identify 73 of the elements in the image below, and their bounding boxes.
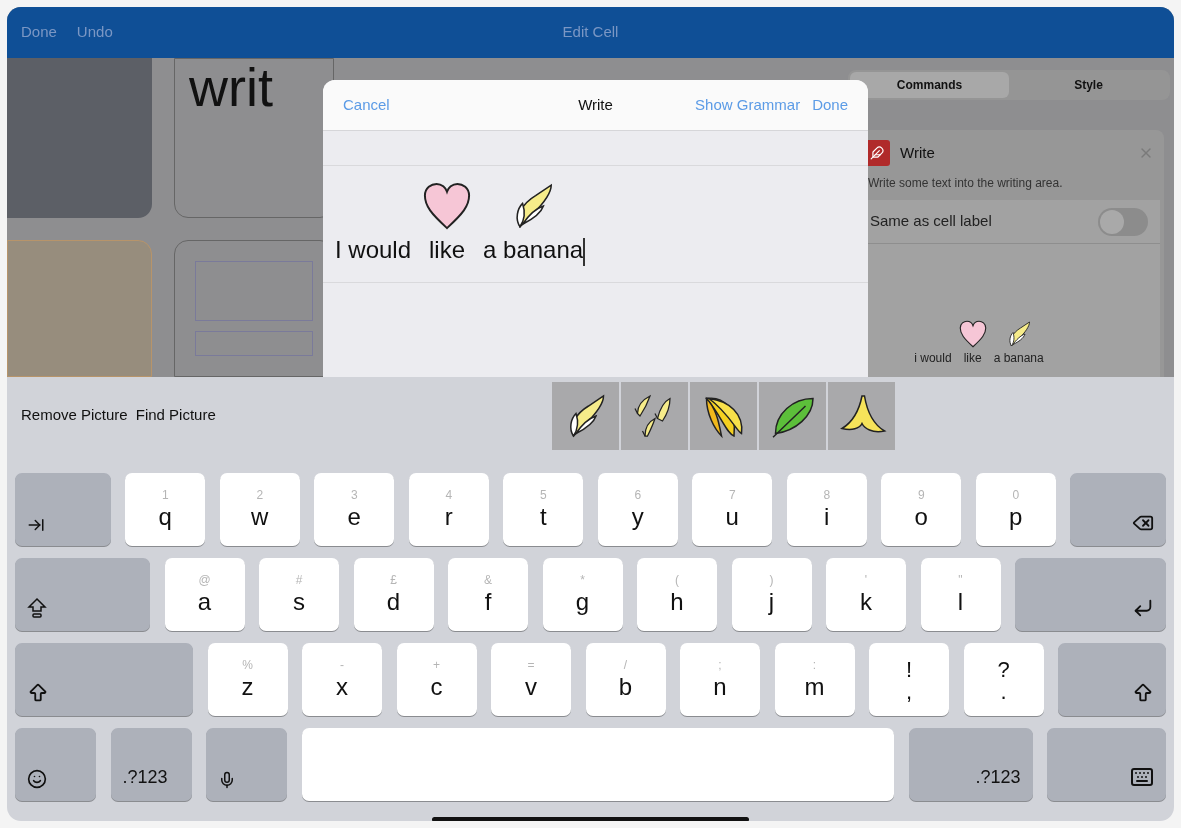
picture-suggestion[interactable] <box>828 381 895 450</box>
letter-key[interactable]: @ a <box>164 558 245 631</box>
toggle-switch[interactable] <box>1098 207 1148 236</box>
picture-action-button[interactable]: Remove Picture <box>21 404 128 427</box>
caps-lock-icon <box>27 597 47 619</box>
letter-key[interactable]: & f <box>448 558 528 631</box>
punctuation-key[interactable]: ! , <box>869 643 949 716</box>
letter-key[interactable]: ( h <box>637 558 717 631</box>
heart-icon <box>957 319 988 349</box>
word-text: like <box>963 350 982 367</box>
microphone-icon <box>218 771 236 789</box>
letter-key[interactable]: 6 y <box>597 473 678 546</box>
letter-key[interactable]: £ d <box>353 558 434 631</box>
shift-icon <box>1132 682 1154 704</box>
letter-key[interactable]: 8 i <box>786 473 867 546</box>
toggle-label: Same as cell label <box>870 211 993 232</box>
letter-key[interactable]: : m <box>774 643 855 716</box>
tab-key[interactable] <box>15 473 111 546</box>
shift-key[interactable] <box>15 643 193 716</box>
word-text: I would <box>335 235 412 265</box>
dictation-key[interactable] <box>206 728 287 801</box>
letter-key[interactable]: 7 u <box>692 473 773 546</box>
picture-suggestion[interactable] <box>621 381 688 450</box>
word-text: i would <box>914 350 952 367</box>
numbers-key[interactable]: .?123 <box>110 728 192 801</box>
letter-key[interactable]: * g <box>542 558 623 631</box>
shift-icon <box>27 682 49 704</box>
letter-key[interactable]: ; n <box>680 643 760 716</box>
backspace-key[interactable] <box>1070 473 1166 546</box>
letter-key[interactable]: # s <box>259 558 339 631</box>
keyboard-icon <box>1130 765 1154 789</box>
letter-key[interactable]: " l <box>920 558 1001 631</box>
caps-lock-key[interactable] <box>15 558 150 631</box>
picture-suggestion[interactable] <box>552 381 619 450</box>
hide-keyboard-key[interactable] <box>1047 728 1166 801</box>
letter-key[interactable]: 2 w <box>219 473 300 546</box>
emoji-icon <box>27 769 47 789</box>
letter-key[interactable]: ) j <box>731 558 812 631</box>
letter-key[interactable]: 3 e <box>314 473 395 546</box>
letter-key[interactable]: 4 r <box>408 473 489 546</box>
word-text: like <box>429 235 466 265</box>
command-description: Write some text into the writing area. <box>867 175 1064 192</box>
cell-label: writ <box>189 57 273 117</box>
picture-action-button[interactable]: Find Picture <box>135 404 216 427</box>
word-text: a banana <box>483 235 584 265</box>
tab[interactable]: Commands <box>850 72 1009 98</box>
letter-key[interactable]: % z <box>207 643 288 716</box>
letter-key[interactable]: 9 o <box>881 473 962 546</box>
picture-suggestion[interactable] <box>759 381 826 450</box>
letter-key[interactable]: + c <box>396 643 477 716</box>
window-title: Edit Cell <box>561 22 620 43</box>
letter-key[interactable]: = v <box>491 643 571 716</box>
command-title: Write <box>900 142 936 163</box>
numbers-key[interactable]: .?123 <box>908 728 1033 801</box>
space-bar[interactable] <box>301 728 894 801</box>
writing-area[interactable]: I would like a banana <box>323 166 868 283</box>
word-text: a banana <box>993 350 1044 367</box>
tab[interactable]: Style <box>1009 72 1168 98</box>
tab-icon <box>27 516 45 534</box>
return-key[interactable] <box>1015 558 1166 631</box>
letter-key[interactable]: - x <box>302 643 382 716</box>
letter-key[interactable]: / b <box>585 643 666 716</box>
text-cursor <box>583 238 586 266</box>
dialog-title: Write <box>577 94 614 115</box>
letter-key[interactable]: 5 t <box>503 473 584 546</box>
letter-key[interactable]: ' k <box>826 558 906 631</box>
punctuation-key[interactable]: ? . <box>963 643 1044 716</box>
shift-key[interactable] <box>1058 643 1166 716</box>
return-icon <box>1132 597 1154 619</box>
emoji-key[interactable] <box>15 728 96 801</box>
letter-key[interactable]: 1 q <box>125 473 206 546</box>
picture-suggestion[interactable] <box>690 381 757 450</box>
letter-key[interactable]: 0 p <box>975 473 1056 546</box>
